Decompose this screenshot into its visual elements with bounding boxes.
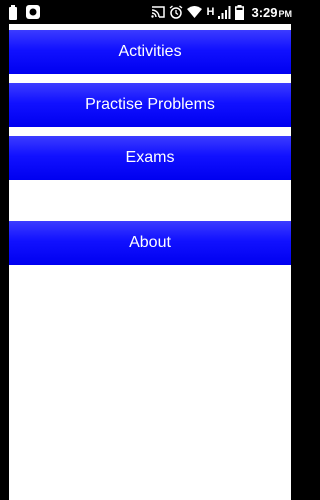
practise-problems-button[interactable]: Practise Problems bbox=[9, 83, 291, 127]
status-time: 3:29PM bbox=[251, 5, 292, 20]
wifi-icon bbox=[186, 6, 202, 18]
app-screen: H 3:29PM Activities Practise Problems Ex… bbox=[0, 0, 300, 500]
status-time-value: 3:29 bbox=[251, 4, 278, 20]
status-time-suffix: PM bbox=[278, 8, 293, 19]
battery-saver-icon bbox=[8, 4, 18, 20]
battery-icon bbox=[235, 4, 245, 20]
exams-button[interactable]: Exams bbox=[9, 136, 291, 180]
alarm-icon bbox=[169, 5, 183, 19]
about-button[interactable]: About bbox=[9, 221, 291, 265]
status-bar-left bbox=[8, 3, 40, 21]
status-bar: H 3:29PM bbox=[0, 0, 300, 24]
signal-icon bbox=[218, 5, 231, 19]
notification-app-icon bbox=[26, 5, 40, 19]
activities-button[interactable]: Activities bbox=[9, 30, 291, 74]
main-menu: Activities Practise Problems Exams About bbox=[9, 24, 291, 500]
status-bar-right: H 3:29PM bbox=[150, 3, 292, 21]
network-type-label: H bbox=[206, 6, 215, 18]
cast-icon bbox=[150, 6, 165, 18]
